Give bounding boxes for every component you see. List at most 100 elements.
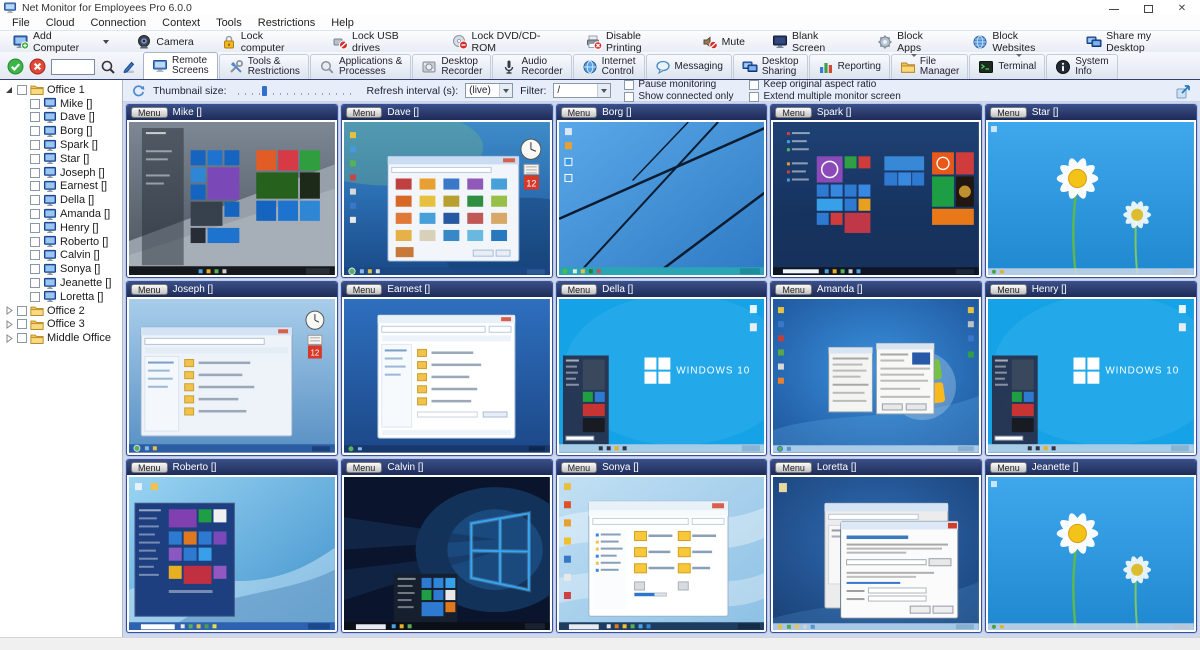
tree-group-office-3[interactable]: Office 3: [0, 318, 122, 332]
close-button-icon[interactable]: ✕: [1176, 3, 1188, 14]
tile-della[interactable]: MenuDella []WINDOWS 10: [556, 281, 768, 455]
chevron-down-icon[interactable]: [911, 54, 917, 57]
toolbar-button-share-my-desktop[interactable]: Share my Desktop: [1077, 29, 1196, 55]
tab-audio-recorder[interactable]: AudioRecorder: [492, 54, 571, 79]
tile-menu-button[interactable]: Menu: [346, 107, 383, 118]
filter-select[interactable]: /: [553, 83, 611, 98]
tree-member-earnest[interactable]: Earnest []: [0, 180, 122, 194]
tile-henry[interactable]: MenuHenry []WINDOWS 10: [985, 281, 1197, 455]
checkbox-box[interactable]: [749, 80, 759, 90]
toolbar-button-block-websites[interactable]: Block Websites: [963, 29, 1068, 55]
tile-amanda[interactable]: MenuAmanda []: [770, 281, 982, 455]
slider-thumb[interactable]: [262, 86, 267, 96]
search-input[interactable]: [51, 59, 95, 75]
tree-member-calvin[interactable]: Calvin []: [0, 249, 122, 263]
tile-menu-button[interactable]: Menu: [775, 107, 812, 118]
tree-member-star[interactable]: Star []: [0, 152, 122, 166]
refresh-interval-select[interactable]: (live): [465, 83, 513, 98]
member-checkbox[interactable]: [30, 278, 40, 288]
tree-member-amanda[interactable]: Amanda []: [0, 207, 122, 221]
checkbox-box[interactable]: [624, 92, 634, 102]
tile-borg[interactable]: MenuBorg []: [556, 104, 768, 278]
member-checkbox[interactable]: [30, 154, 40, 164]
tile-dave[interactable]: MenuDave []12: [341, 104, 553, 278]
remote-screen-henry[interactable]: WINDOWS 10: [988, 299, 1194, 452]
menu-restrictions[interactable]: Restrictions: [250, 17, 323, 29]
remote-screen-roberto[interactable]: [129, 477, 335, 630]
toolbar-button-add-computer[interactable]: Add Computer: [4, 29, 118, 55]
group-checkbox[interactable]: [17, 306, 27, 316]
member-checkbox[interactable]: [30, 181, 40, 191]
checkbox-pause-monitoring[interactable]: Pause monitoring: [624, 79, 733, 90]
tab-file-manager[interactable]: FileManager: [891, 54, 968, 79]
remote-screen-dave[interactable]: 12: [344, 122, 550, 275]
remote-screen-sonya[interactable]: [559, 477, 765, 630]
tree-member-jeanette[interactable]: Jeanette []: [0, 276, 122, 290]
tab-desktop-recorder[interactable]: DesktopRecorder: [412, 54, 491, 79]
tab-desktop-sharing[interactable]: DesktopSharing: [733, 54, 808, 79]
tile-star[interactable]: MenuStar []: [985, 104, 1197, 278]
remote-screen-jeanette[interactable]: [988, 477, 1194, 630]
tree-group-office-1[interactable]: Office 1: [0, 83, 122, 97]
tile-earnest[interactable]: MenuEarnest []: [341, 281, 553, 455]
remote-screen-della[interactable]: WINDOWS 10: [559, 299, 765, 452]
tree-member-mike[interactable]: Mike []: [0, 97, 122, 111]
member-checkbox[interactable]: [30, 250, 40, 260]
member-checkbox[interactable]: [30, 195, 40, 205]
maximize-button-icon[interactable]: [1142, 3, 1154, 14]
tree-member-della[interactable]: Della []: [0, 193, 122, 207]
member-checkbox[interactable]: [30, 126, 40, 136]
menu-help[interactable]: Help: [323, 17, 362, 29]
fullscreen-expand-icon[interactable]: [1176, 83, 1192, 99]
toolbar-button-disable-printing[interactable]: Disable Printing: [577, 29, 684, 55]
toolbar-button-lock-computer[interactable]: Lock computer: [212, 29, 314, 55]
toolbar-button-block-apps[interactable]: Block Apps: [868, 29, 954, 55]
toolbar-button-camera[interactable]: Camera: [127, 33, 202, 51]
menu-context[interactable]: Context: [154, 17, 208, 29]
tile-menu-button[interactable]: Menu: [990, 107, 1027, 118]
tree-group-office-2[interactable]: Office 2: [0, 304, 122, 318]
tile-calvin[interactable]: MenuCalvin []: [341, 459, 553, 633]
member-checkbox[interactable]: [30, 237, 40, 247]
tile-menu-button[interactable]: Menu: [131, 284, 168, 295]
remote-screen-borg[interactable]: [559, 122, 765, 275]
tile-menu-button[interactable]: Menu: [131, 107, 168, 118]
tile-menu-button[interactable]: Menu: [561, 284, 598, 295]
connect-icon[interactable]: [7, 58, 24, 75]
tile-menu-button[interactable]: Menu: [346, 462, 383, 473]
remote-screen-amanda[interactable]: [773, 299, 979, 452]
tile-menu-button[interactable]: Menu: [561, 462, 598, 473]
tile-spark[interactable]: MenuSpark []: [770, 104, 982, 278]
member-checkbox[interactable]: [30, 140, 40, 150]
tab-system-info[interactable]: SystemInfo: [1046, 54, 1117, 79]
tile-jeanette[interactable]: MenuJeanette []: [985, 459, 1197, 633]
tree-member-roberto[interactable]: Roberto []: [0, 235, 122, 249]
remote-screen-mike[interactable]: [129, 122, 335, 275]
chevron-down-icon[interactable]: [103, 40, 109, 44]
tile-sonya[interactable]: MenuSonya []: [556, 459, 768, 633]
remote-screen-spark[interactable]: [773, 122, 979, 275]
member-checkbox[interactable]: [30, 223, 40, 233]
thumbnail-size-slider[interactable]: [238, 85, 356, 97]
group-checkbox[interactable]: [17, 85, 27, 95]
remote-screen-earnest[interactable]: [344, 299, 550, 452]
member-checkbox[interactable]: [30, 292, 40, 302]
member-checkbox[interactable]: [30, 209, 40, 219]
menu-tools[interactable]: Tools: [208, 17, 250, 29]
member-checkbox[interactable]: [30, 99, 40, 109]
collapse-arrow-icon[interactable]: [3, 84, 14, 95]
expand-arrow-icon[interactable]: [3, 319, 14, 330]
tree-member-henry[interactable]: Henry []: [0, 221, 122, 235]
menu-cloud[interactable]: Cloud: [38, 17, 83, 29]
member-checkbox[interactable]: [30, 112, 40, 122]
member-checkbox[interactable]: [30, 168, 40, 178]
tab-tools-restrictions[interactable]: Tools &Restrictions: [219, 54, 309, 79]
toolbar-button-lock-usb-drives[interactable]: Lock USB drives: [323, 29, 434, 55]
tile-menu-button[interactable]: Menu: [561, 107, 598, 118]
tree-member-sonya[interactable]: Sonya []: [0, 262, 122, 276]
checkbox-show-connected-only[interactable]: Show connected only: [624, 91, 733, 102]
tree-group-middle-office[interactable]: Middle Office: [0, 331, 122, 345]
menu-connection[interactable]: Connection: [82, 17, 154, 29]
tree-member-spark[interactable]: Spark []: [0, 138, 122, 152]
tile-roberto[interactable]: MenuRoberto []: [126, 459, 338, 633]
